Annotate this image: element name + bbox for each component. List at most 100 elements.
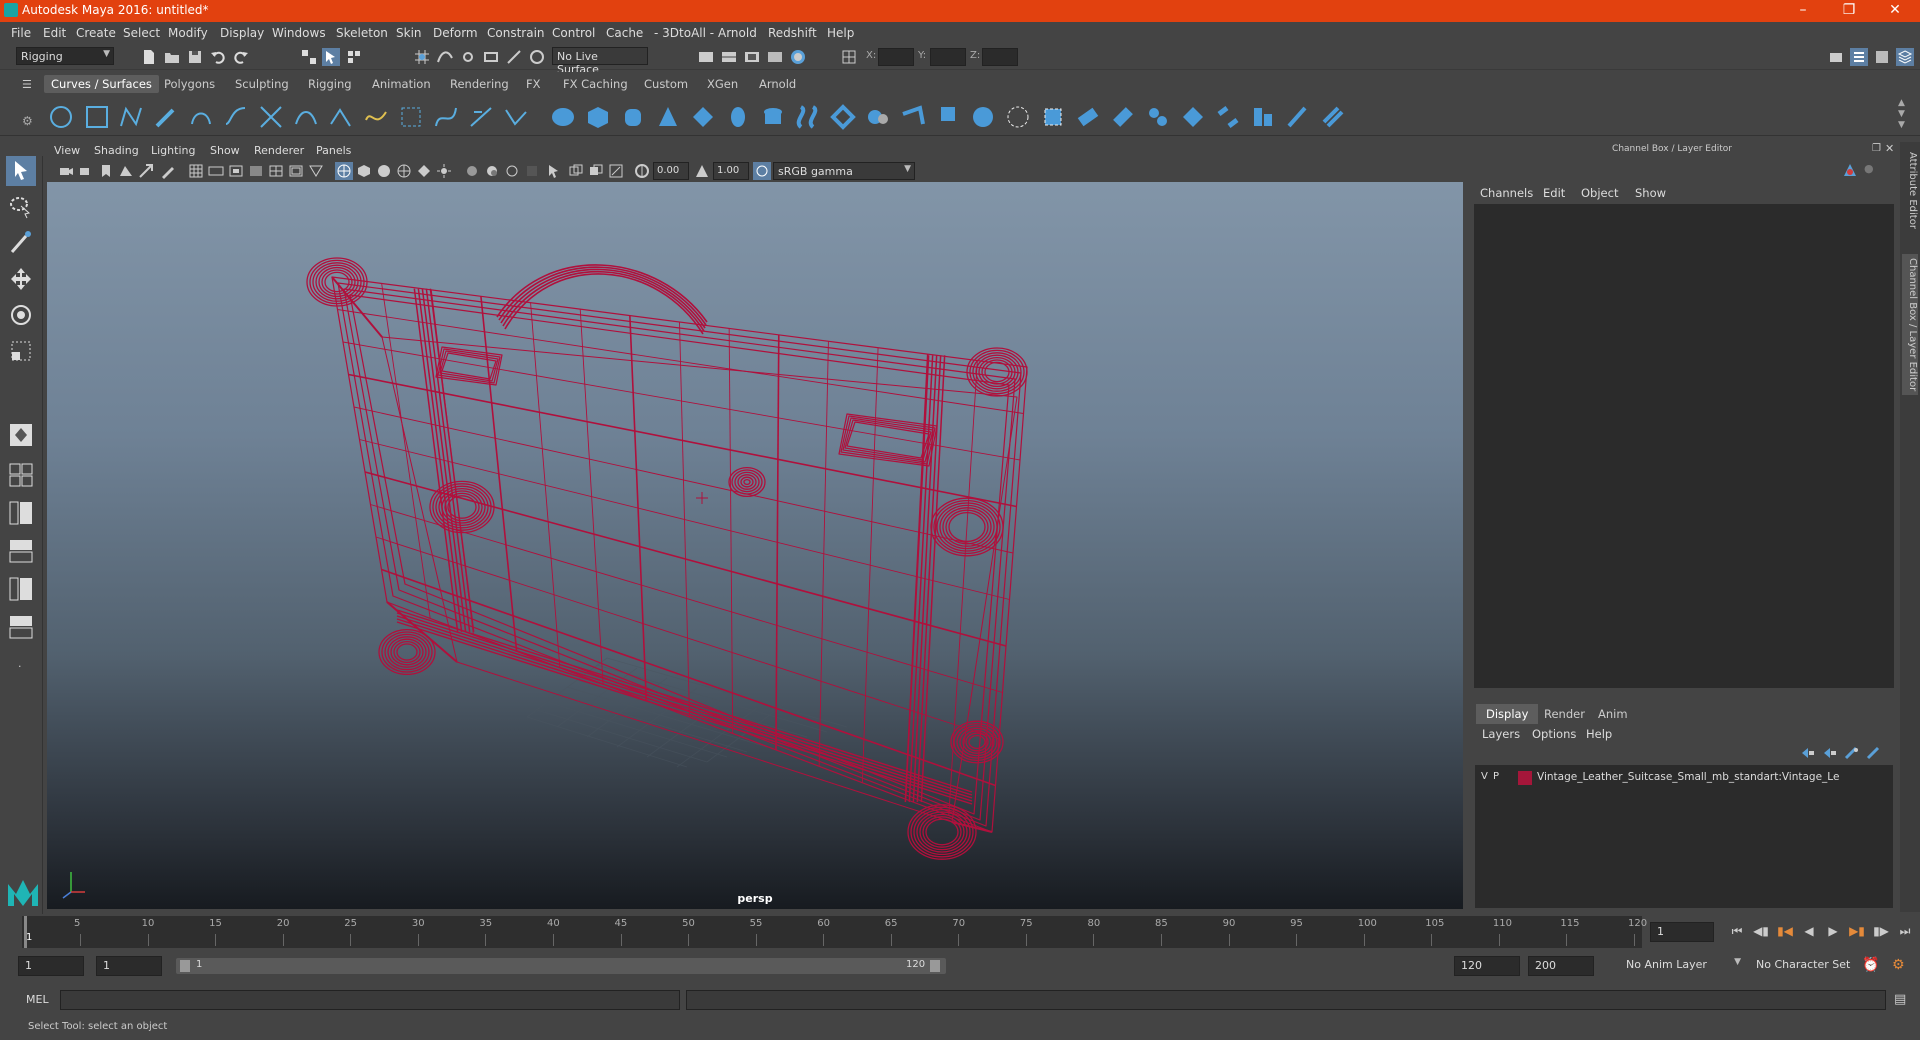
- channel-box-side-tab[interactable]: Channel Box / Layer Editor: [1902, 254, 1918, 396]
- step-forward-frame-icon[interactable]: ▮▶: [1872, 922, 1890, 940]
- channel-box-toggle-icon[interactable]: [1896, 48, 1914, 66]
- 3d-viewport[interactable]: persp: [47, 182, 1463, 909]
- menu-edit[interactable]: Edit: [43, 26, 66, 40]
- scene-canvas[interactable]: [47, 182, 1463, 909]
- smooth-shade-icon[interactable]: [355, 162, 373, 180]
- menu-arnold[interactable]: Arnold: [718, 26, 757, 40]
- shelf-settings-icon[interactable]: ⚙: [22, 114, 33, 128]
- layer-row[interactable]: V P Vintage_Leather_Suitcase_Small_mb_st…: [1475, 769, 1893, 787]
- shelf-scroll-icon[interactable]: ▲ ▼ ▼: [1898, 98, 1905, 131]
- rebuild-curve-icon[interactable]: [433, 104, 459, 130]
- menu-modify[interactable]: Modify: [168, 26, 208, 40]
- curve-tool-icon[interactable]: [223, 104, 249, 130]
- tool-settings-toggle-icon[interactable]: [1873, 48, 1891, 66]
- open-close-icon[interactable]: [1250, 104, 1276, 130]
- gamma-field[interactable]: 1.00: [713, 162, 749, 180]
- vp-menu-panels[interactable]: Panels: [316, 144, 351, 157]
- exposure-icon[interactable]: [633, 162, 651, 180]
- use-all-lights-icon[interactable]: [435, 162, 453, 180]
- film-gate-icon[interactable]: [207, 162, 225, 180]
- sculpt-geometry-icon[interactable]: [1285, 104, 1311, 130]
- scale-tool-icon[interactable]: [6, 336, 36, 366]
- minimize-button[interactable]: –: [1780, 0, 1826, 22]
- vp-menu-show[interactable]: Show: [210, 144, 240, 157]
- arc-tool-icon[interactable]: [188, 104, 214, 130]
- menu-display[interactable]: Display: [220, 26, 264, 40]
- time-cursor[interactable]: [24, 916, 27, 948]
- nurbs-cube-icon[interactable]: [585, 104, 611, 130]
- snap-live-icon[interactable]: [505, 48, 523, 66]
- make-live-icon[interactable]: [528, 48, 546, 66]
- close-panel-icon[interactable]: ✕: [1885, 142, 1894, 155]
- safe-action-icon[interactable]: [287, 162, 305, 180]
- go-to-start-icon[interactable]: ⏮: [1728, 922, 1746, 940]
- modeling-toolkit-icon[interactable]: [1827, 48, 1845, 66]
- current-frame-field[interactable]: 1: [1650, 922, 1714, 942]
- resolution-gate-icon[interactable]: [227, 162, 245, 180]
- play-backwards-icon[interactable]: ◀: [1800, 922, 1818, 940]
- snap-curve-icon[interactable]: [436, 48, 454, 66]
- tab-sculpting[interactable]: Sculpting: [228, 75, 296, 93]
- redo-icon[interactable]: [232, 48, 250, 66]
- anim-layer-dropdown[interactable]: No Anim Layer ▼: [1622, 956, 1744, 976]
- vp-menu-shading[interactable]: Shading: [94, 144, 139, 157]
- detach-curves-icon[interactable]: [293, 104, 319, 130]
- gamma-icon[interactable]: [693, 162, 711, 180]
- cb-menu-show[interactable]: Show: [1635, 186, 1666, 200]
- menu-constrain[interactable]: Constrain: [487, 26, 545, 40]
- grid-toggle-icon[interactable]: [187, 162, 205, 180]
- camera-attributes-icon[interactable]: [77, 162, 95, 180]
- animation-prefs-icon[interactable]: ⚙: [1892, 957, 1905, 973]
- menu-deform[interactable]: Deform: [433, 26, 478, 40]
- color-management-icon[interactable]: [753, 162, 771, 180]
- snap-point-icon[interactable]: [459, 48, 477, 66]
- cb-menu-channels[interactable]: Channels: [1480, 186, 1533, 200]
- persp-graph-layout-icon[interactable]: [6, 536, 36, 566]
- nurbs-sphere-icon[interactable]: [550, 104, 576, 130]
- square-surface-icon[interactable]: [970, 104, 996, 130]
- new-layer-icon[interactable]: [1866, 746, 1882, 760]
- birail-icon[interactable]: [900, 104, 926, 130]
- menu-skeleton[interactable]: Skeleton: [336, 26, 388, 40]
- nurbs-circle-icon[interactable]: [48, 104, 74, 130]
- z-coord-field[interactable]: [982, 48, 1018, 66]
- open-scene-icon[interactable]: [163, 48, 181, 66]
- select-component-icon[interactable]: [345, 48, 363, 66]
- play-forwards-icon[interactable]: ▶: [1824, 922, 1842, 940]
- nurbs-torus-icon[interactable]: [725, 104, 751, 130]
- tab-anim-layers[interactable]: Anim: [1588, 704, 1638, 724]
- persp-hypershade-layout-icon[interactable]: [6, 574, 36, 604]
- menu-file[interactable]: File: [11, 26, 31, 40]
- animation-start-field[interactable]: 1: [18, 956, 84, 976]
- nurbs-plane-icon[interactable]: [690, 104, 716, 130]
- xray-joints-icon[interactable]: [607, 162, 625, 180]
- four-view-layout-icon[interactable]: [6, 460, 36, 490]
- undo-icon[interactable]: [209, 48, 227, 66]
- input-mode-icon[interactable]: [840, 48, 858, 66]
- auto-key-icon[interactable]: ⏰: [1862, 957, 1879, 973]
- bevel-plus-icon[interactable]: [1005, 104, 1031, 130]
- menu-select[interactable]: Select: [123, 26, 160, 40]
- select-camera-icon[interactable]: [57, 162, 75, 180]
- le-menu-layers[interactable]: Layers: [1482, 727, 1520, 741]
- menu-skin[interactable]: Skin: [396, 26, 422, 40]
- select-hierarchy-icon[interactable]: [300, 48, 318, 66]
- curve-editing-icon[interactable]: [503, 104, 529, 130]
- shelf-menu-icon[interactable]: ☰: [22, 78, 32, 91]
- paint-select-icon[interactable]: [6, 228, 36, 258]
- time-slider-track[interactable]: 5 10 15 20 25 30 35 40 45 50 55 60 65 70 75 80 85 90 95 100…: [22, 916, 1647, 948]
- new-layer-selected-icon[interactable]: [1844, 746, 1860, 760]
- motion-blur-icon[interactable]: [503, 162, 521, 180]
- tab-curves-surfaces[interactable]: Curves / Surfaces: [44, 75, 159, 93]
- boundary-icon[interactable]: [935, 104, 961, 130]
- menu-3dtoall[interactable]: - 3DtoAll -: [654, 26, 714, 40]
- move-layer-up-icon[interactable]: [1800, 746, 1816, 760]
- attach-curves-icon[interactable]: [258, 104, 284, 130]
- vp-menu-view[interactable]: View: [54, 144, 80, 157]
- move-layer-down-icon[interactable]: [1822, 746, 1838, 760]
- playback-start-field[interactable]: 1: [96, 956, 162, 976]
- field-chart-icon[interactable]: [267, 162, 285, 180]
- animation-end-field[interactable]: 200: [1528, 956, 1594, 976]
- range-start-handle[interactable]: [180, 960, 190, 972]
- gate-mask-icon[interactable]: [247, 162, 265, 180]
